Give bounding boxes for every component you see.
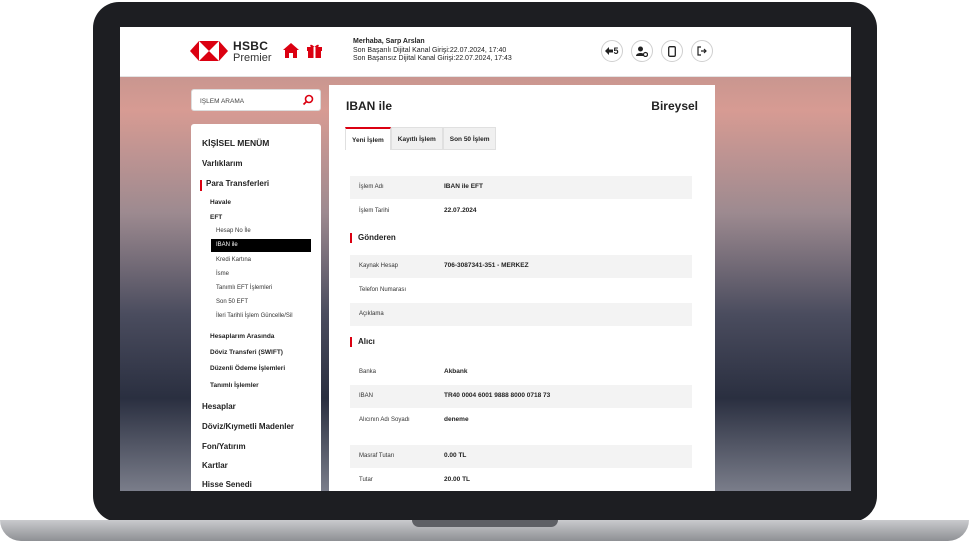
user-settings-icon [636,46,648,57]
row-label: Masraf Tutarı [359,453,395,459]
transaction-tabs: Yeni İşlem Kayıtlı İşlem Son 50 İşlem [345,127,497,150]
row-aciklama: Açıklama [350,303,692,326]
row-tutar: Tutar 20.00 TL [350,469,692,491]
app-screen: HSBC Premier Merhaba, Sarp Arslan Son Ba… [120,27,851,491]
logout-button[interactable] [691,40,713,62]
row-islem-tarihi: İşlem Tarihi 22.07.2024 [350,200,692,223]
greeting-text: Merhaba, Sarp Arslan [353,38,425,45]
brand-name: HSBC [233,39,269,53]
row-label: Tutar [359,477,373,483]
top-header: HSBC Premier Merhaba, Sarp Arslan Son Ba… [120,27,851,77]
row-islem-adi: İşlem Adı IBAN ile EFT [350,176,692,199]
gift-icon[interactable] [307,43,322,58]
row-value: 0.00 TL [444,452,467,459]
row-value: Akbank [444,368,468,375]
row-telefon: Telefon Numarası [350,279,692,302]
menu-item-eft[interactable]: EFT [210,214,222,221]
row-value: 706-3087341-351 - MERKEZ [444,262,529,269]
search-icon[interactable] [302,94,314,106]
menu-item-hesap-no[interactable]: Hesap No İle [216,228,251,234]
menu-item-doviz-kiymetli[interactable]: Döviz/Kıymetli Madenler [202,422,294,431]
home-icon[interactable] [283,43,299,58]
laptop-notch [412,520,558,527]
menu-item-kredi-kartina[interactable]: Kredi Kartına [216,257,251,263]
row-label: İşlem Tarihi [359,208,390,214]
user-settings-button[interactable] [631,40,653,62]
row-banka: Banka Akbank [350,361,692,384]
mobile-phone-icon [668,45,676,57]
row-label: Banka [359,369,377,375]
logout-icon [697,46,707,56]
menu-item-kartlar[interactable]: Kartlar [202,461,228,470]
menu-item-isme[interactable]: İsme [216,271,229,277]
menu-item-tanimli-islemler[interactable]: Tanımlı İşlemler [210,382,259,389]
row-masraf-tutari: Masraf Tutarı 0.00 TL [350,445,692,468]
personal-menu-sidebar: KİŞİSEL MENÜM Varlıklarım Para Transferl… [191,124,321,491]
menu-item-varliklarim[interactable]: Varlıklarım [202,159,242,168]
arrow-left-icon [605,47,614,55]
menu-item-iban-ile[interactable]: IBAN ile [211,239,311,252]
last-login-success: Son Başarılı Dijital Kanal Girişi:22.07.… [353,46,507,54]
row-value: 20.00 TL [444,476,471,483]
menu-item-duzenli-odeme[interactable]: Düzenli Ödeme İşlemleri [210,365,285,372]
greeting-block: Merhaba, Sarp Arslan Son Başarılı Dijita… [353,38,512,64]
menu-item-havale[interactable]: Havale [210,199,231,206]
transfer-panel: IBAN ile Bireysel Yeni İşlem Kayıtlı İşl… [329,85,715,491]
row-label: Kaynak Hesap [359,263,399,269]
row-label: Alıcının Adı Soyadı [359,417,410,423]
row-label: Açıklama [359,311,384,317]
transaction-search [191,89,321,111]
tab-kayitli-islem[interactable]: Kayıtlı İşlem [390,127,443,150]
tab-son-50-islem[interactable]: Son 50 İşlem [442,127,497,150]
row-value: IBAN ile EFT [444,183,484,190]
menu-item-ileri-tarihli[interactable]: İleri Tarihli İşlem Güncelle/Sil [216,313,293,319]
menu-item-hesaplarim-arasinda[interactable]: Hesaplarım Arasında [210,333,274,340]
menu-item-son-50-eft[interactable]: Son 50 EFT [216,299,248,305]
menu-title: KİŞİSEL MENÜM [202,138,270,148]
row-value: deneme [444,416,469,423]
row-alici-adi: Alıcının Adı Soyadı deneme [350,409,692,432]
row-value: 22.07.2024 [444,207,477,214]
row-iban: IBAN TR40 0004 6001 9888 8000 0718 73 [350,385,692,408]
menu-item-fon-yatirim[interactable]: Fon/Yatırım [202,442,246,451]
active-section-marker [200,180,202,191]
menu-item-hesaplar[interactable]: Hesaplar [202,402,236,411]
transaction-search-input[interactable] [198,94,297,109]
page-title: IBAN ile [346,99,393,113]
brand-sub: Premier [233,52,272,64]
row-value: TR40 0004 6001 9888 8000 0718 73 [444,392,551,399]
row-label: IBAN [359,393,374,399]
row-kaynak-hesap: Kaynak Hesap 706-3087341-351 - MERKEZ [350,255,692,278]
hsbc-logo-icon[interactable] [190,41,228,61]
menu-item-tanimli-eft[interactable]: Tanımlı EFT İşlemleri [216,285,272,291]
menu-item-doviz-transferi[interactable]: Döviz Transferi (SWIFT) [210,349,283,356]
menu-item-para-transferleri[interactable]: Para Transferleri [206,179,269,188]
notifications-button[interactable]: 5 [601,40,623,62]
last-login-fail: Son Başarısız Dijital Kanal Girişi:22.07… [353,55,512,62]
notifications-count: 5 [613,46,619,56]
segment-label: Bireysel [651,99,698,113]
row-label: Telefon Numarası [359,287,407,293]
mobile-button[interactable] [661,40,683,62]
row-label: İşlem Adı [359,184,384,190]
section-alici: Alıcı [350,337,375,347]
tab-yeni-islem[interactable]: Yeni İşlem [345,127,391,150]
section-gonderen: Gönderen [350,233,396,243]
menu-item-hisse-senedi[interactable]: Hisse Senedi [202,480,252,489]
